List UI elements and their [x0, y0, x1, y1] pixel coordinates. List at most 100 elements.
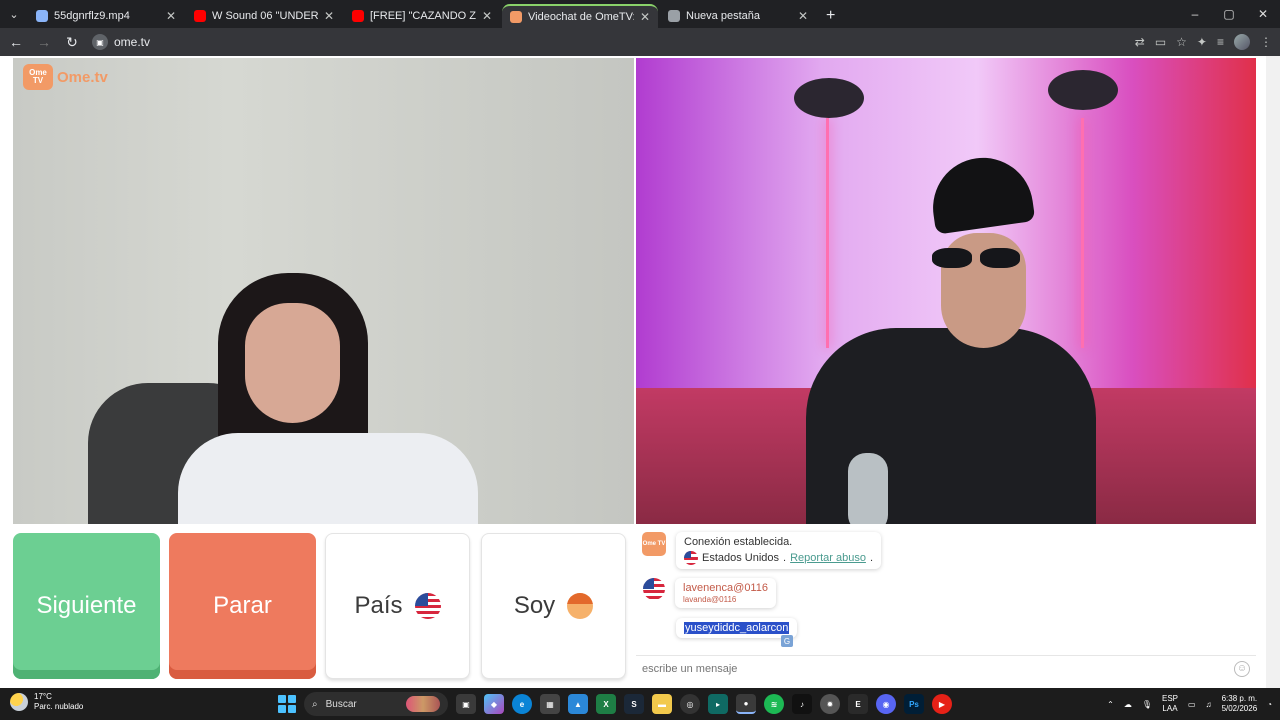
volume-icon[interactable]: ♫ — [1206, 700, 1212, 709]
tab-title: Nueva pestaña — [686, 10, 760, 22]
tab-title: W Sound 06 "UNDERCROMO" — [212, 10, 318, 22]
ometv-logo: Ome TV Ome.tv — [23, 64, 108, 90]
profile-avatar[interactable] — [1234, 34, 1250, 50]
system-tray: ⌃ ☁ 🎙︎ ESP LAA ▭ ♫ 6:38 p. m. 5/02/2026 … — [1107, 688, 1272, 720]
menu-icon[interactable]: ⋮ — [1260, 35, 1272, 49]
microphone-icon[interactable]: 🎙︎ — [1142, 700, 1152, 709]
next-button-label: Siguiente — [36, 592, 137, 619]
tab-favicon-icon — [668, 10, 680, 22]
camera-icon[interactable]: ▣ — [92, 34, 108, 50]
windows-taskbar: 17°C Parc. nublado ⌕ Buscar ▣ ◆ e ▦ ▲ X … — [0, 688, 1280, 720]
tab-close-icon[interactable]: ✕ — [166, 9, 176, 23]
country-line: Estados Unidos . Reportar abuso. — [684, 551, 873, 565]
system-bubble: Conexión establecida. Estados Unidos . R… — [676, 532, 881, 569]
connection-status: Conexión establecida. — [684, 536, 793, 548]
weather-widget[interactable]: 17°C Parc. nublado — [10, 692, 83, 712]
browser-tab[interactable]: Videochat de OmeTV: alter ✕ — [502, 4, 658, 28]
steam-icon[interactable]: S — [624, 694, 644, 714]
start-button[interactable] — [278, 695, 296, 713]
search-icon: ⌕ — [312, 698, 318, 710]
task-view-icon[interactable]: ▣ — [456, 694, 476, 714]
translate-icon[interactable]: G — [781, 635, 793, 647]
bookmark-star-icon[interactable]: ☆ — [1176, 35, 1187, 49]
close-window-button[interactable]: ✕ — [1246, 0, 1280, 28]
clock-time: 6:38 p. m. — [1221, 693, 1258, 703]
logo-badge: Ome TV — [23, 64, 53, 90]
back-button[interactable]: ← — [4, 30, 28, 54]
own-message-text[interactable]: yuseydiddc_aolarcon — [684, 622, 790, 634]
person-body-shape — [178, 433, 478, 524]
store-icon[interactable]: ▦ — [540, 694, 560, 714]
obs-icon[interactable]: ◎ — [680, 694, 700, 714]
own-bubble[interactable]: yuseydiddc_aolarcon — [676, 618, 798, 638]
chat-panel: Ome TV Conexión establecida. Estados Uni… — [636, 526, 1256, 681]
own-message: yuseydiddc_aolarcon — [676, 618, 798, 638]
search-label: Buscar — [325, 698, 357, 710]
tab-title: Videochat de OmeTV: alter — [528, 11, 634, 23]
edge-icon[interactable]: e — [512, 694, 532, 714]
browser-tab[interactable]: [FREE] "CAZANDO ZOMBIES" ✕ — [344, 4, 500, 28]
epic-games-icon[interactable]: E — [848, 694, 868, 714]
photoshop-icon[interactable]: Ps — [904, 694, 924, 714]
excel-icon[interactable]: X — [596, 694, 616, 714]
terminal-icon[interactable]: ▸ — [708, 694, 728, 714]
extensions-icon[interactable]: ✦ — [1197, 35, 1207, 49]
taskbar-apps: ⌕ Buscar ▣ ◆ e ▦ ▲ X S ▬ ◎ ▸ ● ≋ ♪ ✹ E ◉… — [278, 692, 952, 716]
emoji-icon[interactable]: ☺ — [1234, 660, 1250, 677]
tab-close-icon[interactable]: ✕ — [640, 10, 650, 24]
logo-text: Ome.tv — [57, 68, 108, 86]
url-text: ome.tv — [114, 35, 151, 49]
browser-tab[interactable]: 55dgnrflz9.mp4 ✕ — [28, 4, 184, 28]
cast-icon[interactable]: ▭ — [1155, 35, 1166, 49]
tab-close-icon[interactable]: ✕ — [324, 9, 334, 23]
browser-tab[interactable]: Nueva pestaña ✕ — [660, 4, 816, 28]
new-tab-button[interactable]: + — [818, 4, 843, 28]
system-message: Ome TV Conexión establecida. Estados Uni… — [642, 532, 881, 569]
youtube-music-icon[interactable]: ▶ — [932, 694, 952, 714]
minimize-button[interactable]: – — [1178, 0, 1212, 28]
peer-message-text: lavenenca@0116 — [683, 582, 768, 594]
maximize-button[interactable]: ▢ — [1212, 0, 1246, 28]
chrome-icon[interactable]: ● — [736, 694, 756, 714]
notifications-icon[interactable]: ◔ — [1267, 700, 1272, 709]
language-indicator[interactable]: ESP LAA — [1162, 694, 1178, 715]
file-explorer-icon[interactable]: ▬ — [652, 694, 672, 714]
language-top: ESP — [1161, 693, 1178, 703]
remote-video: Ome TV Ome.tv — [13, 58, 634, 524]
clock[interactable]: 6:38 p. m. 5/02/2026 — [1222, 694, 1258, 715]
tiktok-icon[interactable]: ♪ — [792, 694, 812, 714]
tab-close-icon[interactable]: ✕ — [482, 9, 492, 23]
stop-button[interactable]: Parar — [169, 533, 316, 679]
page-scrollbar[interactable] — [1266, 56, 1280, 688]
country-separator: . — [783, 552, 787, 564]
network-icon[interactable]: ▭ — [1188, 700, 1196, 709]
chat-input-bar: ☺ — [636, 655, 1256, 681]
tab-favicon-icon — [194, 10, 206, 22]
address-bar[interactable]: ▣ ome.tv — [92, 31, 150, 53]
country-button[interactable]: País — [325, 533, 470, 679]
gender-button[interactable]: Soy — [481, 533, 626, 679]
spotify-icon[interactable]: ≋ — [764, 694, 784, 714]
boy-emoji-icon — [567, 593, 594, 619]
message-input[interactable] — [642, 662, 1234, 675]
tab-close-icon[interactable]: ✕ — [798, 9, 808, 23]
media-controls-icon[interactable]: ≡ — [1217, 35, 1224, 49]
settings-icon[interactable]: ✹ — [820, 694, 840, 714]
stop-button-label: Parar — [213, 592, 272, 619]
translate-page-icon[interactable]: ⇄ — [1135, 35, 1145, 49]
report-abuse-link[interactable]: Reportar abuso — [790, 552, 866, 564]
onedrive-icon[interactable]: ☁ — [1124, 700, 1132, 709]
next-button[interactable]: Siguiente — [13, 533, 160, 679]
reload-button[interactable]: ↻ — [60, 30, 84, 54]
tab-favicon-icon — [36, 10, 48, 22]
tab-search-button[interactable]: ⌄ — [0, 0, 28, 28]
photos-icon[interactable]: ▲ — [568, 694, 588, 714]
forward-button[interactable]: → — [32, 30, 56, 54]
discord-icon[interactable]: ◉ — [876, 694, 896, 714]
browser-tab[interactable]: W Sound 06 "UNDERCROMO" ✕ — [186, 4, 342, 28]
clock-date: 5/02/2026 — [1221, 704, 1258, 713]
taskbar-search[interactable]: ⌕ Buscar — [304, 692, 448, 716]
copilot-icon[interactable]: ◆ — [484, 694, 504, 714]
chevron-up-icon[interactable]: ⌃ — [1107, 700, 1114, 709]
tab-favicon-icon — [510, 11, 522, 23]
